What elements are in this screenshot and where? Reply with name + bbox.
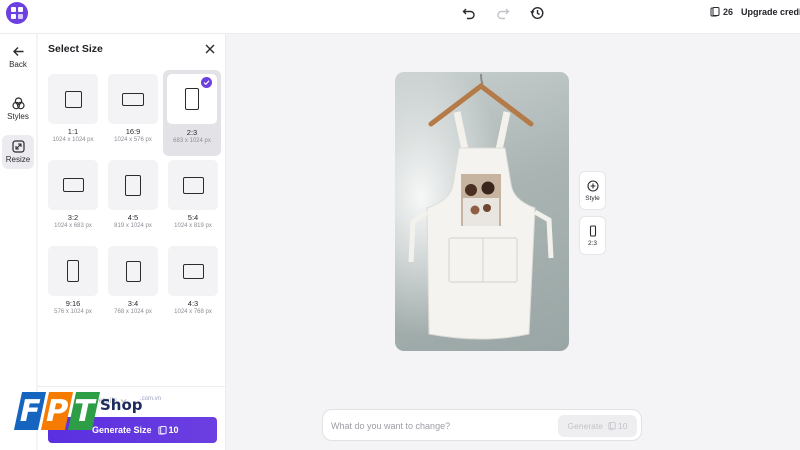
size-dimensions: 576 x 1024 px <box>54 309 92 315</box>
size-option-9-16[interactable]: 9:16 576 x 1024 px <box>46 244 100 326</box>
circles-icon <box>11 97 25 110</box>
ratio-side-button[interactable]: 2:3 <box>579 216 606 255</box>
brand-word: Shop <box>100 396 143 414</box>
size-dimensions: 1024 x 768 px <box>174 309 212 315</box>
upgrade-credit-link[interactable]: Upgrade credit <box>741 3 800 21</box>
close-icon <box>205 44 215 54</box>
close-panel-button[interactable] <box>203 42 217 56</box>
credit-icon <box>157 425 167 435</box>
size-preview <box>168 246 218 296</box>
history-tools <box>458 4 548 22</box>
size-dimensions: 1024 x 576 px <box>114 137 152 143</box>
panel-title: Select Size <box>48 43 103 55</box>
size-option-3-2[interactable]: 3:2 1024 x 683 px <box>46 158 100 240</box>
history-clock-icon <box>530 6 544 20</box>
size-preview <box>48 160 98 210</box>
generate-size-cost-value: 10 <box>168 425 179 435</box>
size-option-16-9[interactable]: 16:9 1024 x 576 px <box>106 72 160 154</box>
ratio-shape <box>62 178 84 192</box>
undo-icon <box>462 8 475 20</box>
brand-watermark: F P T Shop .com.vn <box>13 392 161 438</box>
arrow-left-icon <box>12 47 23 56</box>
size-option-3-4[interactable]: 3:4 768 x 1024 px <box>106 244 160 326</box>
ratio-shape <box>64 90 82 108</box>
generate-label: Generate <box>567 421 603 431</box>
size-preview <box>108 160 158 210</box>
size-ratio: 9:16 <box>65 299 81 308</box>
size-preview <box>108 246 158 296</box>
generate-button[interactable]: Generate 10 <box>558 415 637 437</box>
ratio-shape <box>122 92 144 106</box>
apron-illustration <box>395 72 569 351</box>
ratio-side-label: 2:3 <box>587 239 598 247</box>
brand-letter-tile: T <box>67 392 101 430</box>
size-preview <box>48 74 98 124</box>
panel-divider <box>38 386 226 387</box>
size-ratio: 16:9 <box>125 127 141 136</box>
apron-image[interactable] <box>395 72 569 351</box>
size-ratio: 3:4 <box>127 299 139 308</box>
size-ratio: 4:3 <box>187 299 199 308</box>
resize-icon <box>11 140 25 153</box>
size-dimensions: 1024 x 683 px <box>54 223 92 229</box>
rail-item-label: Resize <box>5 155 31 164</box>
generate-cost: 10 <box>608 421 627 431</box>
undo-button[interactable] <box>458 4 480 22</box>
rail-item-label: Styles <box>7 112 29 121</box>
generate-size-cost: 10 <box>157 425 179 435</box>
ratio-shape <box>185 88 199 110</box>
redo-button[interactable] <box>492 4 514 22</box>
left-rail: Back Styles Resize <box>0 34 36 450</box>
app-logo[interactable] <box>6 2 28 24</box>
credit-icon <box>710 7 720 17</box>
rail-item-styles[interactable]: Styles <box>2 92 34 126</box>
rail-item-back[interactable]: Back <box>2 40 34 74</box>
brand-domain: .com.vn <box>140 396 162 402</box>
size-option-1-1[interactable]: 1:1 1024 x 1024 px <box>46 72 100 154</box>
size-dimensions: 683 x 1024 px <box>173 138 211 144</box>
size-dimensions: 768 x 1024 px <box>114 309 152 315</box>
portrait-ratio-icon <box>589 224 596 237</box>
prompt-bar: Generate 10 <box>322 409 642 441</box>
credit-balance: 26 <box>710 3 733 21</box>
style-side-button[interactable]: Style <box>579 171 606 210</box>
ratio-shape <box>125 174 141 196</box>
style-side-label: Style <box>585 194 600 202</box>
credit-icon <box>608 422 616 430</box>
size-option-4-3[interactable]: 4:3 1024 x 768 px <box>166 244 220 326</box>
credit-count: 26 <box>723 7 734 17</box>
size-dimensions: 1024 x 1024 px <box>52 137 94 143</box>
top-bar: 26 Upgrade credit <box>0 0 800 34</box>
rail-item-label: Back <box>9 60 27 69</box>
ratio-shape <box>125 260 141 282</box>
prompt-input[interactable] <box>331 416 551 436</box>
size-dimensions: 819 x 1024 px <box>114 223 152 229</box>
size-ratio: 1:1 <box>67 127 79 136</box>
ratio-shape <box>67 260 79 282</box>
ratio-shape <box>182 263 204 279</box>
selected-check-icon <box>201 77 212 88</box>
plus-circle-icon <box>586 179 599 192</box>
size-ratio: 4:5 <box>127 213 139 222</box>
size-preview <box>168 160 218 210</box>
size-option-4-5[interactable]: 4:5 819 x 1024 px <box>106 158 160 240</box>
size-ratio: 3:2 <box>67 213 79 222</box>
size-ratio: 2:3 <box>186 128 198 137</box>
size-option-5-4[interactable]: 5:4 1024 x 819 px <box>166 158 220 240</box>
size-option-2-3[interactable]: 2:3 683 x 1024 px <box>163 70 221 156</box>
generate-cost-value: 10 <box>617 421 628 431</box>
size-ratio: 5:4 <box>187 213 199 222</box>
redo-icon <box>497 8 510 20</box>
size-preview <box>48 246 98 296</box>
select-size-panel: Select Size 1:1 1024 x 1024 px 16:9 1024… <box>38 34 226 450</box>
size-dimensions: 1024 x 819 px <box>174 223 212 229</box>
grid-logo-icon <box>11 7 23 19</box>
size-preview <box>108 74 158 124</box>
ratio-shape <box>182 176 204 194</box>
history-button[interactable] <box>526 4 548 22</box>
rail-item-resize[interactable]: Resize <box>2 135 34 169</box>
